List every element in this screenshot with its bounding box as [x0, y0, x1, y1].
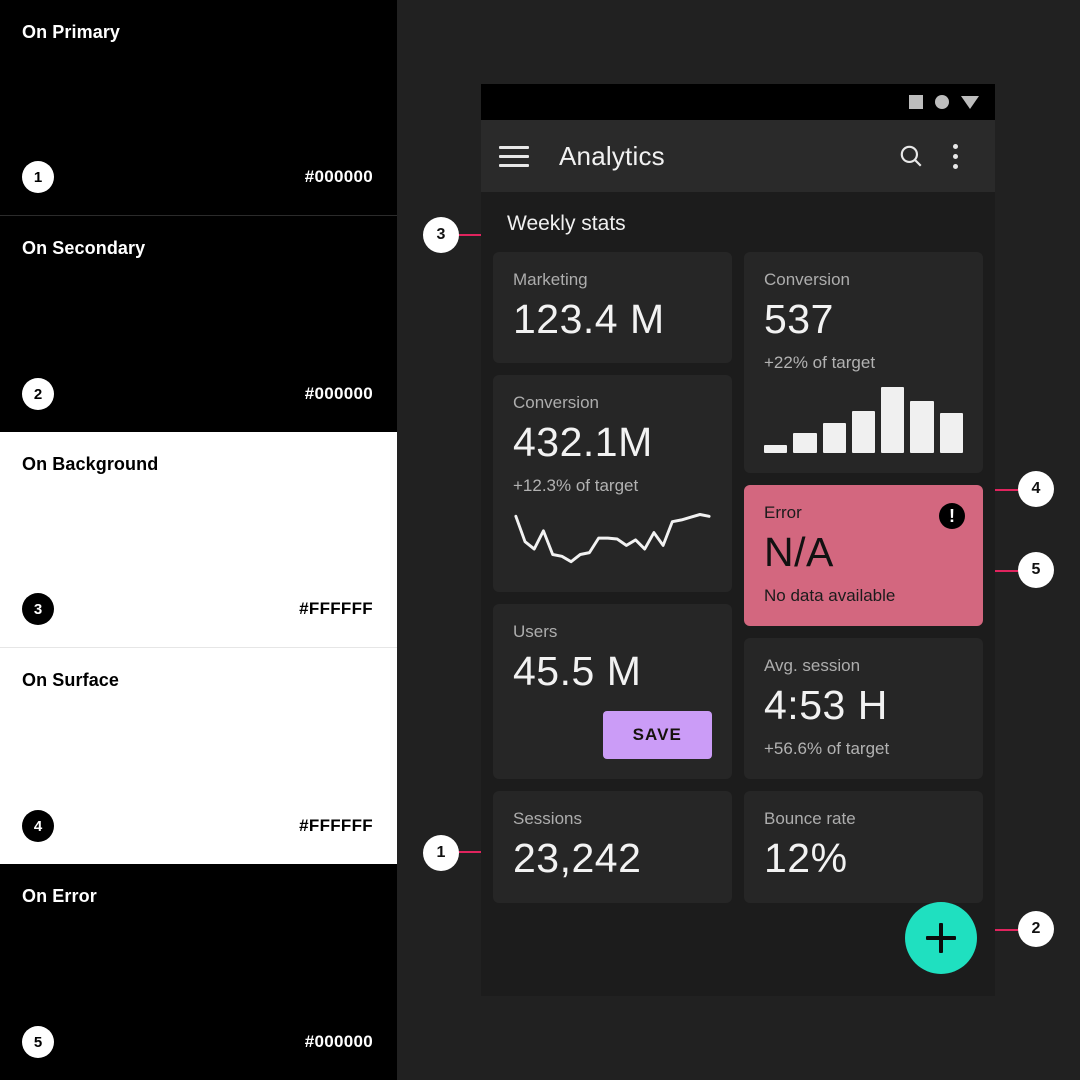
bar-5 — [881, 387, 905, 454]
stats-column-right: Conversion 537 +22% of target ! Error N/… — [744, 252, 983, 903]
bar-4 — [851, 411, 876, 454]
card-subtext: +22% of target — [764, 353, 876, 373]
circle-icon — [935, 95, 949, 109]
bar-1 — [764, 445, 788, 454]
card-sessions[interactable]: Sessions 23,242 — [493, 791, 732, 903]
card-marketing[interactable]: Marketing 123.4 M — [493, 252, 732, 364]
swatch-marker: 2 — [22, 378, 54, 410]
card-label: Bounce rate — [764, 809, 856, 829]
page-title: Analytics — [559, 140, 665, 171]
card-value: 123.4 M — [513, 296, 665, 342]
swatch-marker: 5 — [22, 1026, 54, 1058]
card-users[interactable]: Users 45.5 M SAVE — [493, 604, 732, 780]
phone-mockup: Analytics Weekly stats Marketing 123.4 M — [481, 84, 995, 996]
swatch-footer: 4 #FFFFFF — [22, 810, 373, 842]
swatch-name: On Error — [22, 886, 97, 906]
swatch-hex: #000000 — [304, 384, 373, 403]
swatch-name: On Background — [22, 454, 159, 474]
plus-icon — [926, 923, 956, 953]
stats-column-left: Marketing 123.4 M Conversion 432.1M +12.… — [493, 252, 732, 903]
stats-grid: Marketing 123.4 M Conversion 432.1M +12.… — [493, 252, 983, 903]
card-subtext: +56.6% of target — [764, 739, 890, 759]
card-label: Sessions — [513, 809, 582, 829]
bar-3 — [822, 423, 846, 454]
card-subtext: +12.3% of target — [513, 476, 639, 496]
swatch-hex: #FFFFFF — [299, 816, 373, 835]
save-row: SAVE — [513, 711, 712, 760]
card-conversion-right[interactable]: Conversion 537 +22% of target — [744, 252, 983, 474]
card-value: N/A — [764, 529, 834, 576]
swatch-on-error: On Error 5 #000000 — [0, 864, 397, 1080]
status-bar — [481, 84, 995, 120]
card-conversion-left[interactable]: Conversion 432.1M +12.3% of target — [493, 375, 732, 593]
sparkline-chart — [513, 506, 712, 572]
card-value: 12% — [764, 835, 848, 882]
card-label: Users — [513, 622, 558, 642]
bar-2 — [793, 433, 817, 454]
swatch-hex: #FFFFFF — [299, 599, 373, 618]
color-swatch-panel: On Primary 1 #000000 On Secondary 2 #000… — [0, 0, 397, 1080]
triangle-down-icon — [961, 95, 979, 109]
bar-7 — [939, 413, 963, 454]
card-label: Conversion — [513, 393, 599, 413]
swatch-name: On Secondary — [22, 238, 146, 258]
swatch-marker: 4 — [22, 810, 54, 842]
swatch-on-primary: On Primary 1 #000000 — [0, 0, 397, 216]
app-bar: Analytics — [481, 120, 995, 192]
callout-badge-1: 1 — [423, 835, 459, 871]
callout-badge-5: 5 — [1018, 552, 1054, 588]
card-label: Avg. session — [764, 656, 861, 676]
card-label: Marketing — [513, 270, 588, 289]
save-button[interactable]: SAVE — [602, 711, 712, 760]
swatch-marker: 3 — [22, 593, 54, 625]
swatch-on-background: On Background 3 #FFFFFF — [0, 432, 397, 648]
card-value: 4:53 H — [764, 682, 888, 729]
more-vert-icon[interactable] — [933, 143, 977, 169]
swatch-name: On Primary — [22, 22, 121, 42]
swatch-footer: 3 #FFFFFF — [22, 593, 373, 625]
swatch-marker: 1 — [22, 161, 54, 193]
callout-badge-3: 3 — [423, 217, 459, 253]
card-value: 432.1M — [513, 419, 653, 466]
card-value: 537 — [764, 296, 834, 342]
swatch-on-surface: On Surface 4 #FFFFFF — [0, 648, 397, 864]
error-icon: ! — [939, 503, 965, 530]
bar-chart — [764, 385, 963, 454]
hamburger-menu-icon[interactable] — [499, 145, 529, 167]
card-bounce-rate[interactable]: Bounce rate 12% — [744, 791, 983, 903]
fab-add-button[interactable] — [905, 902, 977, 974]
swatch-footer: 2 #000000 — [22, 378, 373, 410]
swatch-on-secondary: On Secondary 2 #000000 — [0, 216, 397, 432]
swatch-footer: 5 #000000 — [22, 1026, 373, 1058]
card-value: 45.5 M — [513, 648, 642, 695]
card-value: 23,242 — [513, 835, 642, 882]
card-label: Error — [764, 503, 802, 523]
square-icon — [909, 95, 923, 109]
section-title: Weekly stats — [507, 212, 626, 235]
card-avg-session[interactable]: Avg. session 4:53 H +56.6% of target — [744, 638, 983, 780]
swatch-footer: 1 #000000 — [22, 161, 373, 193]
swatch-hex: #000000 — [304, 1032, 373, 1051]
swatch-name: On Surface — [22, 670, 120, 690]
bar-6 — [910, 401, 934, 454]
callout-badge-2: 2 — [1018, 911, 1054, 947]
callout-badge-4: 4 — [1018, 471, 1054, 507]
card-error[interactable]: ! Error N/A No data available — [744, 485, 983, 627]
content-area: Weekly stats Marketing 123.4 M Conversio… — [481, 192, 995, 996]
card-label: Conversion — [764, 270, 850, 289]
card-subtext: No data available — [764, 586, 896, 606]
screenshot-root: On Primary 1 #000000 On Secondary 2 #000… — [0, 0, 1080, 1080]
swatch-hex: #000000 — [304, 167, 373, 186]
search-icon[interactable] — [889, 143, 933, 169]
